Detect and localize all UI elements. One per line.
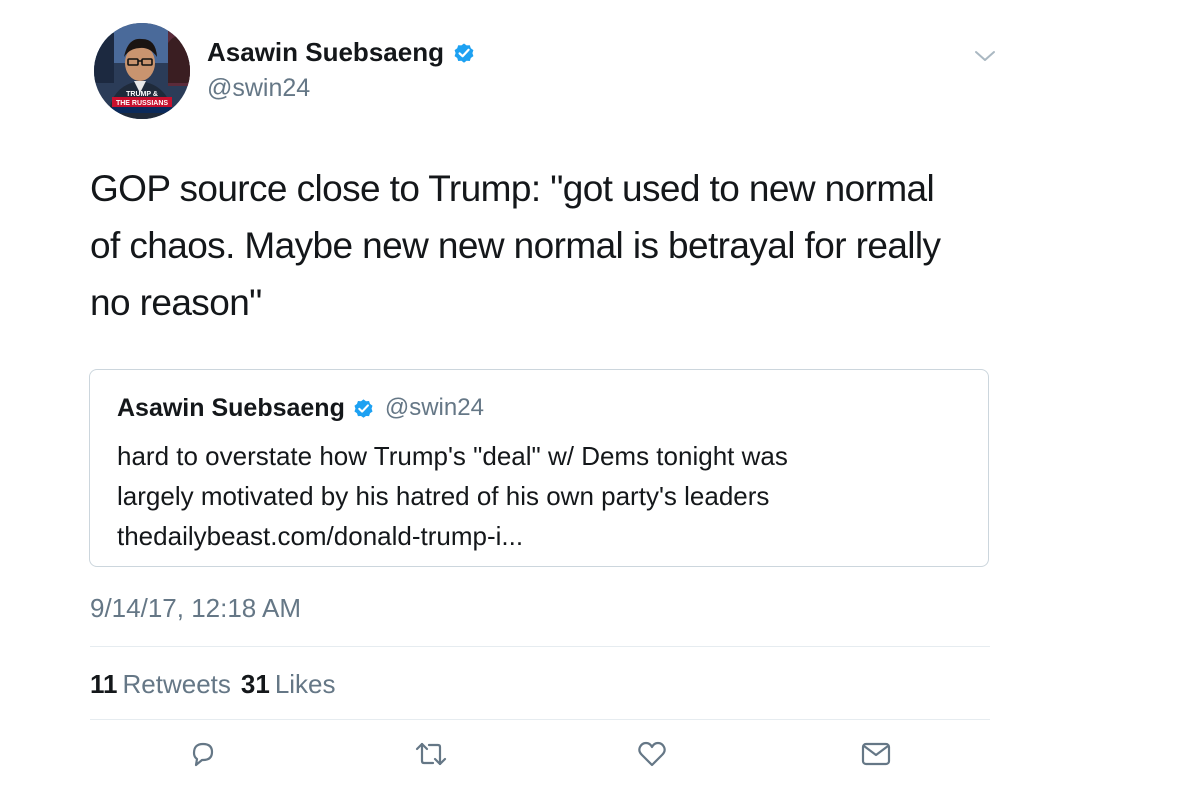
retweets-stat[interactable]: 11 Retweets — [90, 667, 231, 701]
envelope-icon — [860, 740, 892, 773]
quoted-link[interactable]: thedailybeast.com/donald-trump-i... — [117, 516, 967, 556]
retweet-button[interactable] — [411, 736, 451, 776]
svg-text:THE RUSSIANS: THE RUSSIANS — [116, 100, 168, 107]
verified-badge-icon — [352, 397, 375, 420]
author-handle[interactable]: @swin24 — [207, 72, 310, 104]
quoted-tweet-header: Asawin Suebsaeng @swin24 — [117, 392, 484, 424]
retweet-icon — [413, 739, 449, 774]
quoted-author-name: Asawin Suebsaeng — [117, 394, 345, 422]
like-button[interactable] — [632, 736, 672, 776]
divider — [90, 646, 990, 647]
heart-icon — [636, 739, 668, 774]
reply-icon — [188, 739, 218, 774]
author-name[interactable]: Asawin Suebsaeng — [207, 36, 476, 68]
quoted-tweet-text: hard to overstate how Trump's "deal" w/ … — [117, 436, 967, 556]
direct-message-button[interactable] — [856, 736, 896, 776]
chevron-down-icon[interactable] — [973, 48, 997, 64]
tweet-text: GOP source close to Trump: "got used to … — [90, 160, 1010, 331]
tweet-stats: 11 Retweets 31 Likes — [90, 667, 336, 701]
svg-text:TRUMP &: TRUMP & — [126, 91, 158, 98]
tweet-text-line: GOP source close to Trump: "got used to … — [90, 168, 935, 209]
quoted-text-line: largely motivated by his hatred of his o… — [117, 481, 770, 511]
likes-count: 31 — [240, 669, 270, 699]
likes-label: Likes — [274, 669, 336, 699]
retweets-count: 11 — [90, 669, 118, 699]
divider — [90, 719, 990, 720]
tweet-text-line: no reason" — [90, 282, 262, 323]
reply-button[interactable] — [183, 736, 223, 776]
quoted-text-line: hard to overstate how Trump's "deal" w/ … — [117, 441, 788, 471]
quoted-author-handle: @swin24 — [384, 394, 484, 421]
author-name-text[interactable]: Asawin Suebsaeng — [207, 36, 444, 68]
tweet-timestamp[interactable]: 9/14/17, 12:18 AM — [90, 591, 301, 625]
quoted-tweet-card[interactable]: Asawin Suebsaeng @swin24 hard to oversta… — [89, 369, 989, 567]
avatar[interactable]: TRUMP & THE RUSSIANS — [94, 23, 190, 119]
tweet-text-line: of chaos. Maybe new new normal is betray… — [90, 225, 941, 266]
likes-stat[interactable]: 31 Likes — [241, 667, 336, 701]
verified-badge-icon — [452, 40, 476, 64]
retweets-label: Retweets — [122, 669, 231, 699]
